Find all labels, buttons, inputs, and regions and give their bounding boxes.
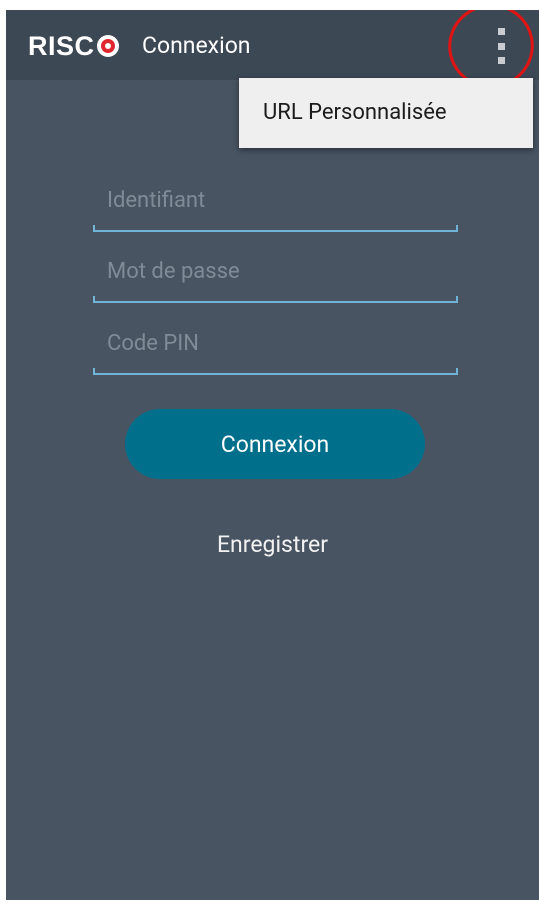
field-underline	[93, 296, 458, 303]
menu-item-custom-url[interactable]: URL Personnalisée	[263, 100, 447, 125]
pin-field[interactable]: Code PIN	[93, 325, 458, 375]
username-placeholder: Identifiant	[107, 188, 206, 213]
field-underline	[93, 368, 458, 375]
register-link[interactable]: Enregistrer	[6, 531, 539, 558]
overflow-menu: URL Personnalisée	[239, 78, 533, 148]
logo-mark-icon	[96, 35, 119, 57]
page-title: Connexion	[142, 32, 251, 59]
risco-logo: RISC	[28, 26, 119, 66]
logo-text: RISC	[28, 30, 95, 61]
field-underline	[93, 225, 458, 232]
password-field[interactable]: Mot de passe	[93, 253, 458, 303]
password-placeholder: Mot de passe	[107, 259, 240, 284]
pin-placeholder: Code PIN	[107, 331, 199, 356]
login-button[interactable]: Connexion	[125, 409, 425, 479]
username-field[interactable]: Identifiant	[93, 182, 458, 232]
app-bar: RISC Connexion	[6, 10, 539, 96]
app-screen: RISC Connexion URL Personnalisée Identif…	[6, 10, 539, 900]
